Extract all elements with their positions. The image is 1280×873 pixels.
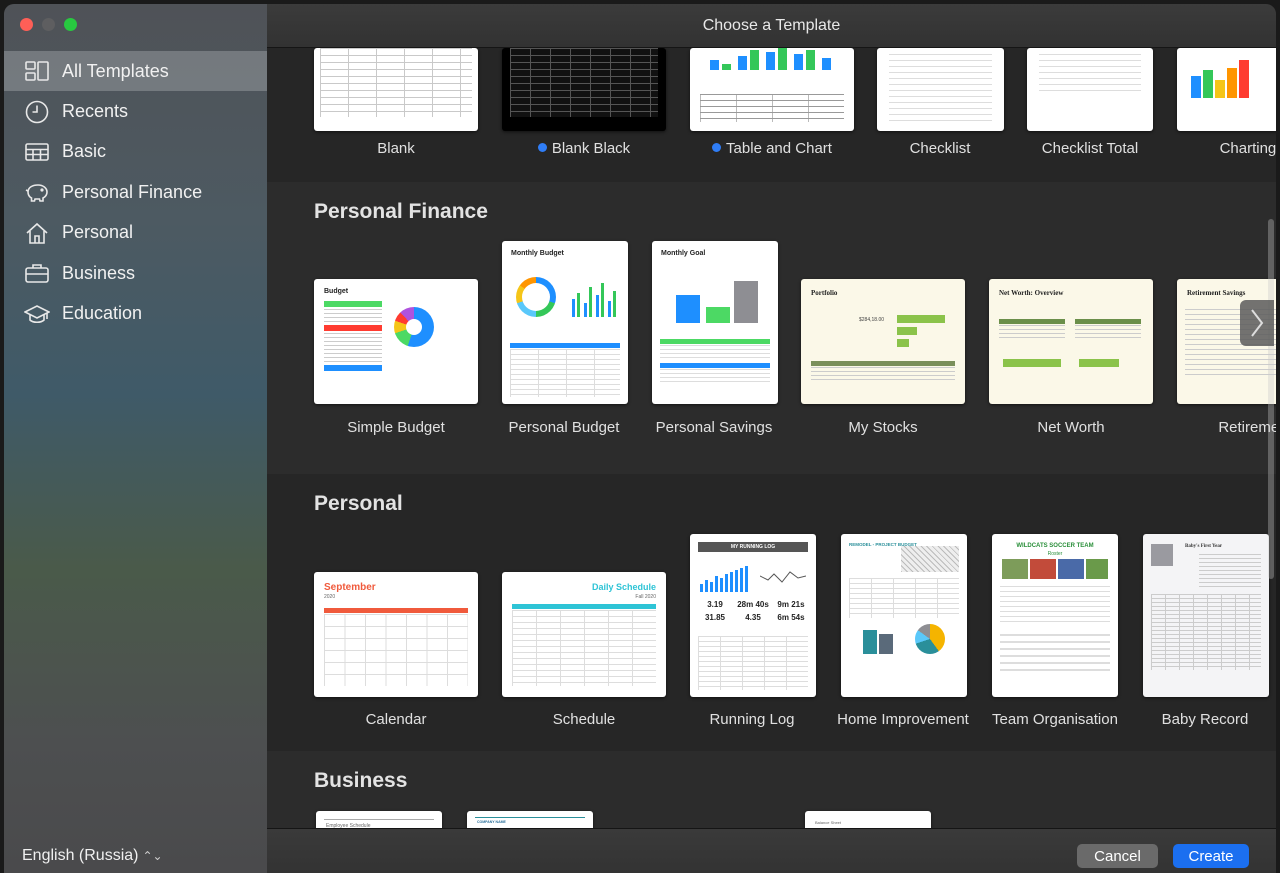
template-chooser-window: All Templates Recents Basic Personal Fin… — [4, 4, 1276, 873]
sidebar-item-label: All Templates — [62, 60, 169, 81]
sidebar-item-personal[interactable]: Personal — [4, 213, 267, 253]
section-title: Business — [314, 769, 408, 792]
template-thumbnail: September 2020 — [314, 572, 478, 697]
new-template-indicator — [712, 143, 722, 152]
template-personal-budget[interactable]: Monthly Budget — [502, 241, 628, 404]
sidebar-item-label: Basic — [62, 141, 107, 162]
category-list: All Templates Recents Basic Personal Fin… — [4, 51, 267, 334]
template-thumbnail: REMODEL - PROJECT BUDGET — [841, 534, 967, 697]
template-thumbnail: MY RUNNING LOG 3.19 28m 40s 9m 21s 31.85… — [690, 534, 816, 697]
template-blank[interactable] — [314, 48, 478, 131]
table-icon — [24, 139, 50, 165]
zoom-window-button[interactable] — [64, 18, 77, 31]
clock-icon — [24, 99, 50, 125]
minimize-window-button[interactable] — [42, 18, 55, 31]
all-templates-icon — [24, 58, 50, 84]
template-thumbnail: Net Worth: Overview — [989, 279, 1153, 404]
template-net-worth[interactable]: Net Worth: Overview — [989, 279, 1153, 404]
template-thumbnail: WILDCATS SOCCER TEAM Roster — [992, 534, 1118, 697]
template-thumbnail — [314, 48, 478, 131]
scroll-right-button[interactable] — [1240, 300, 1274, 346]
sidebar-item-business[interactable]: Business — [4, 253, 267, 293]
template-label: Charting B — [1219, 140, 1276, 157]
sidebar-item-label: Personal — [62, 222, 134, 243]
template-simple-budget[interactable]: Budget — [314, 279, 478, 404]
sidebar: All Templates Recents Basic Personal Fin… — [4, 4, 267, 873]
up-down-chevron-icon: ⌃⌄ — [142, 849, 163, 863]
sidebar-item-label: Education — [62, 303, 143, 324]
title-bar: Choose a Template — [267, 4, 1276, 48]
template-label: Baby Record — [1161, 711, 1249, 728]
dialog-footer: Cancel Create — [267, 828, 1276, 873]
template-thumbnail — [1177, 48, 1276, 131]
section-title: Personal Finance — [314, 200, 488, 223]
sidebar-item-personal-finance[interactable]: Personal Finance — [4, 172, 267, 212]
sidebar-item-all-templates[interactable]: All Templates — [4, 51, 267, 92]
template-thumbnail: Baby's First Year — [1143, 534, 1269, 697]
house-icon — [24, 220, 50, 246]
section-title: Personal — [314, 492, 403, 515]
template-my-stocks[interactable]: Portfolio $284,18.00 — [801, 279, 965, 404]
create-button[interactable]: Create — [1173, 844, 1249, 868]
language-selector[interactable]: English (Russia) ⌃⌄ — [22, 847, 163, 865]
template-team-organisation[interactable]: WILDCATS SOCCER TEAM Roster — [992, 534, 1118, 697]
template-home-improvement[interactable]: REMODEL - PROJECT BUDGET — [841, 534, 967, 697]
template-table-and-chart[interactable] — [690, 48, 854, 131]
template-thumbnail — [502, 48, 666, 131]
template-thumbnail: Monthly Budget — [502, 241, 628, 404]
cancel-button[interactable]: Cancel — [1077, 844, 1158, 868]
template-thumbnail — [1027, 48, 1153, 131]
template-label: Retirement — [1218, 419, 1276, 436]
sidebar-item-label: Business — [62, 262, 136, 283]
basic-section: Blank Blank Black Table and Chart Checkl… — [267, 48, 1276, 182]
language-label: English (Russia) — [22, 847, 139, 864]
vertical-scrollbar[interactable] — [1268, 219, 1274, 579]
personal-finance-section: Personal Finance Budget Simple Budget Mo… — [267, 182, 1276, 474]
template-baby-record[interactable]: Baby's First Year — [1143, 534, 1269, 697]
template-label: Calendar — [365, 711, 427, 728]
sidebar-item-recents[interactable]: Recents — [4, 91, 267, 131]
template-thumbnail — [877, 48, 1004, 131]
template-personal-savings[interactable]: Monthly Goal — [652, 241, 778, 404]
briefcase-icon — [24, 260, 50, 286]
template-schedule[interactable]: Daily Schedule Fall 2020 — [502, 572, 666, 697]
template-running-log[interactable]: MY RUNNING LOG 3.19 28m 40s 9m 21s 31.85… — [690, 534, 816, 697]
template-calendar[interactable]: September 2020 — [314, 572, 478, 697]
piggy-bank-icon — [24, 179, 50, 205]
sidebar-item-education[interactable]: Education — [4, 293, 267, 333]
template-thumbnail: Portfolio $284,18.00 — [801, 279, 965, 404]
sidebar-item-basic[interactable]: Basic — [4, 132, 267, 172]
template-label: Blank Black — [474, 140, 694, 157]
window-controls — [20, 18, 77, 31]
template-label: Blank — [377, 140, 415, 157]
template-browser: Choose a Template Blank Blank Black Tabl… — [267, 4, 1276, 873]
template-blank-black[interactable] — [502, 48, 666, 131]
graduation-cap-icon — [24, 301, 50, 327]
template-charting-basics[interactable] — [1177, 48, 1276, 131]
new-template-indicator — [537, 143, 547, 152]
template-thumbnail — [690, 48, 854, 131]
template-checklist[interactable] — [877, 48, 1004, 131]
chevron-right-icon — [1251, 309, 1264, 337]
window-title: Choose a Template — [702, 16, 841, 34]
template-checklist-total[interactable] — [1027, 48, 1153, 131]
sidebar-item-label: Personal Finance — [62, 181, 203, 202]
template-thumbnail: Budget — [314, 279, 478, 404]
sidebar-item-label: Recents — [62, 101, 129, 122]
template-label: My Stocks — [848, 419, 918, 436]
personal-section: Personal September 2020 Calendar Daily S… — [267, 474, 1276, 751]
close-window-button[interactable] — [20, 18, 33, 31]
template-thumbnail: Monthly Goal — [652, 241, 778, 404]
template-thumbnail: Daily Schedule Fall 2020 — [502, 572, 666, 697]
